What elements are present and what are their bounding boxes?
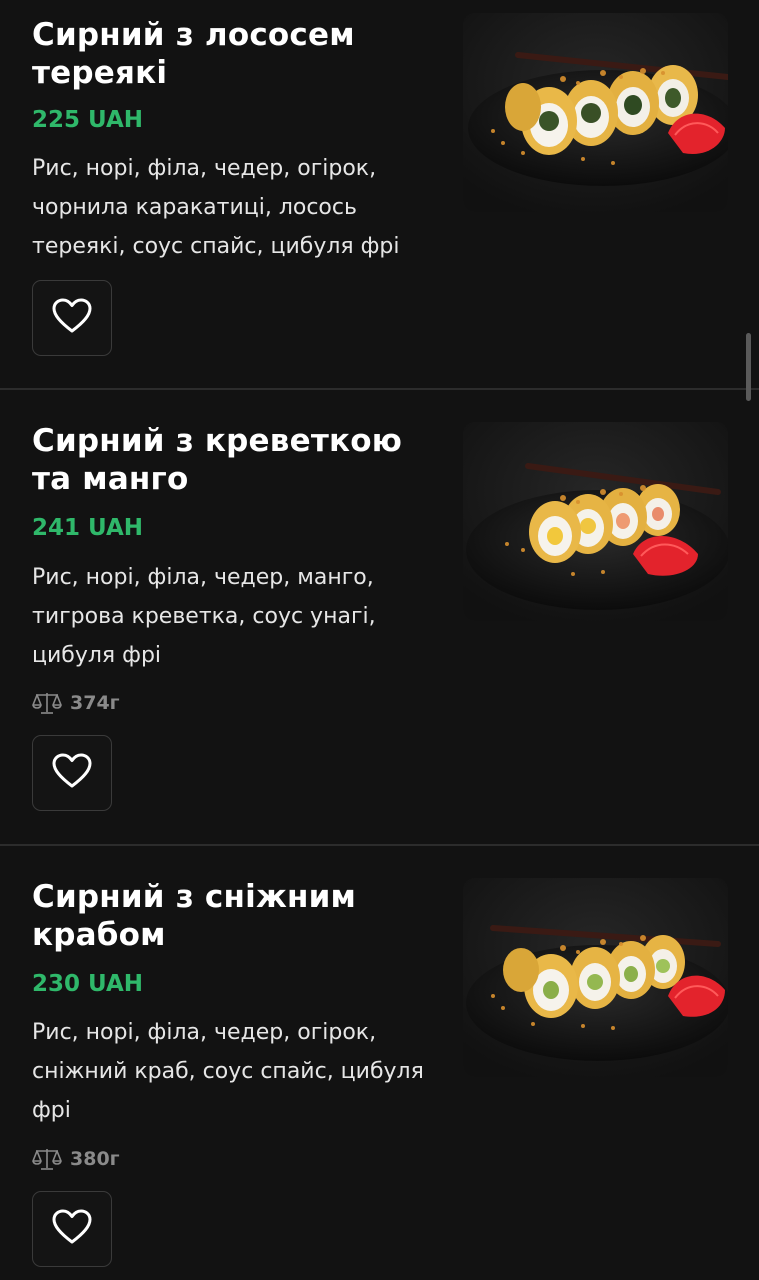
item-title-line: тереякі xyxy=(32,55,168,91)
item-description: Рис, норі, філа, чедер, огірок, чорнила … xyxy=(32,149,432,266)
heart-icon xyxy=(52,753,92,793)
heart-icon xyxy=(52,1209,92,1249)
item-photo[interactable] xyxy=(463,13,728,212)
description-line: сніжний краб, соус спайс, цибуля xyxy=(32,1059,424,1084)
item-title-line: крабом xyxy=(32,917,166,953)
item-price: 230 UAH xyxy=(32,971,144,997)
description-line: тигрова креветка, соус унагі, xyxy=(32,604,376,629)
item-price: 225 UAH xyxy=(32,107,144,133)
favorite-button[interactable] xyxy=(32,280,112,356)
item-title: Сирний з креветкою та манго xyxy=(32,422,442,498)
menu-item[interactable]: Сирний з сніжним крабом 230 UAH Рис, нор… xyxy=(0,846,759,1280)
item-price: 241 UAH xyxy=(32,515,144,541)
favorite-button[interactable] xyxy=(32,735,112,811)
menu-item[interactable]: Сирний з креветкою та манго 241 UAH Рис,… xyxy=(0,390,759,845)
item-weight: 380г xyxy=(32,1146,120,1172)
description-line: фрі xyxy=(32,1098,71,1123)
description-line: Рис, норі, філа, чедер, манго, xyxy=(32,565,374,590)
item-title-line: Сирний з креветкою xyxy=(32,423,403,459)
item-description: Рис, норі, філа, чедер, манго, тигрова к… xyxy=(32,558,432,675)
heart-icon xyxy=(52,298,92,338)
item-title-line: Сирний з лососем xyxy=(32,17,355,53)
scale-icon xyxy=(32,691,62,715)
description-line: цибуля фрі xyxy=(32,643,162,668)
scrollbar[interactable] xyxy=(746,333,751,401)
description-line: Рис, норі, філа, чедер, огірок, xyxy=(32,1020,377,1045)
scale-icon xyxy=(32,1147,62,1171)
favorite-button[interactable] xyxy=(32,1191,112,1267)
description-line: Рис, норі, філа, чедер, огірок, xyxy=(32,156,377,181)
item-title-line: та манго xyxy=(32,461,189,497)
weight-value: 380г xyxy=(70,1148,120,1170)
item-title: Сирний з сніжним крабом xyxy=(32,878,442,954)
description-line: чорнила каракатиці, лосось xyxy=(32,195,357,220)
item-weight: 374г xyxy=(32,690,120,716)
item-photo[interactable] xyxy=(463,878,728,1077)
menu-page: Сирний з лососем тереякі 225 UAH Рис, но… xyxy=(0,0,759,1280)
description-line: тереякі, соус спайс, цибуля фрі xyxy=(32,234,400,259)
menu-item[interactable]: Сирний з лососем тереякі 225 UAH Рис, но… xyxy=(0,0,759,389)
item-title: Сирний з лососем тереякі xyxy=(32,16,442,92)
item-photo[interactable] xyxy=(463,422,728,621)
weight-value: 374г xyxy=(70,692,120,714)
item-description: Рис, норі, філа, чедер, огірок, сніжний … xyxy=(32,1013,432,1130)
item-title-line: Сирний з сніжним xyxy=(32,879,357,915)
